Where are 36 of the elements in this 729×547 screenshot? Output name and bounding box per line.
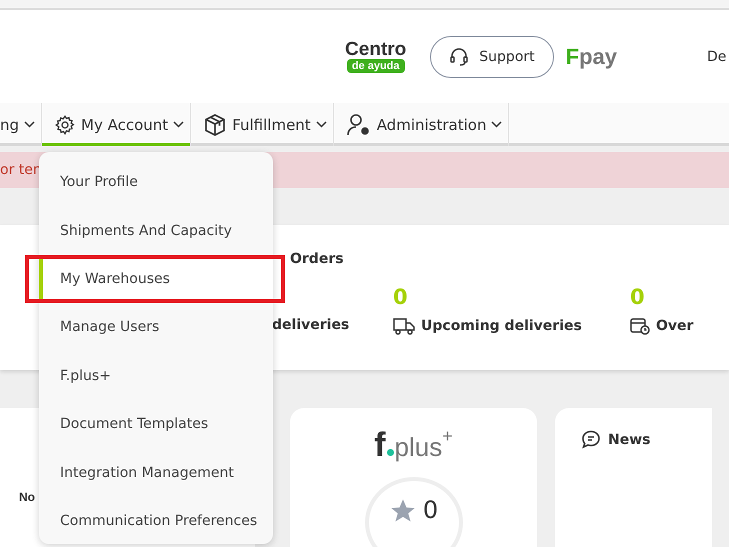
chevron-down-icon [173, 121, 184, 128]
menu-item[interactable]: F.plus+ [39, 352, 273, 400]
fplus-logo: f plus+ [374, 426, 453, 465]
fpay-logo: Fpay [566, 44, 617, 70]
menu-item[interactable]: Document Templates [39, 400, 273, 448]
chevron-down-icon [491, 121, 502, 128]
box-icon [203, 112, 228, 136]
user-name[interactable]: De [707, 48, 729, 64]
help-center-logo[interactable]: Centro de ayuda [345, 40, 406, 72]
gear-icon [54, 114, 76, 136]
stat-value: 0 [630, 285, 646, 311]
stat-label: deliveries [272, 317, 350, 333]
card-title: News [608, 432, 650, 448]
card-title: Orders [290, 251, 344, 267]
menu-item[interactable]: Shipments And Capacity [39, 206, 273, 255]
nav-tab[interactable]: ng [0, 103, 42, 146]
nav-tab[interactable]: Administration [334, 103, 510, 146]
menu-item[interactable]: Communication Preferences [39, 496, 273, 546]
menu-item[interactable]: Integration Management [39, 448, 273, 497]
chat-bubble-icon [581, 430, 601, 449]
score-value: 0 [422, 497, 438, 523]
menu-item[interactable]: Your Profile [39, 158, 273, 206]
stat-label: Upcoming deliveries [421, 318, 582, 334]
nav-tab[interactable]: Fulfillment [191, 103, 334, 146]
nav-tab[interactable]: My Account [42, 103, 192, 146]
headset-icon [449, 46, 470, 66]
stat-label: Over [656, 318, 694, 334]
stat-value: 0 [393, 285, 409, 311]
support-button[interactable]: Support [430, 36, 554, 78]
menu-item[interactable]: My Warehouses [39, 258, 273, 300]
chevron-down-icon [316, 121, 327, 128]
chevron-down-icon [24, 121, 36, 128]
calendar-clock-icon [630, 317, 650, 335]
menu-item[interactable]: Manage Users [39, 303, 273, 352]
card-text: No [19, 490, 35, 504]
truck-icon [393, 317, 415, 335]
